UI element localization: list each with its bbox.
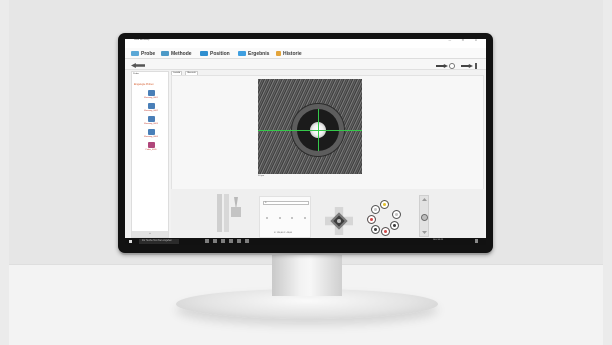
tab-ergebnis[interactable]: Ergebnis: [238, 50, 269, 57]
sidebar-item[interactable]: Messung_0001: [140, 90, 162, 100]
position-readout: X: 124,00 Y: 43,00: [274, 232, 292, 234]
tab-ergebnis-label: Ergebnis: [248, 50, 270, 57]
sample-icon: [147, 129, 155, 135]
sidebar-item[interactable]: Messung_0004: [140, 129, 162, 139]
z-axis-control[interactable]: [216, 192, 244, 234]
tab-probe[interactable]: Probe: [131, 50, 155, 57]
sample-icon: [147, 116, 155, 122]
objective-button[interactable]: [371, 225, 380, 234]
history-icon: [276, 51, 281, 56]
objective-button[interactable]: [392, 210, 401, 219]
objective-button[interactable]: [371, 205, 380, 214]
method-icon: [161, 51, 169, 56]
z-column: [217, 194, 222, 232]
sidebar-item[interactable]: Messung_0002: [140, 103, 162, 113]
sidebar-item[interactable]: Messung_0003: [140, 116, 162, 126]
sidebar-item-label: Messung_0003: [144, 123, 158, 125]
position-icon: [200, 51, 208, 56]
export-button[interactable]: [436, 63, 456, 69]
app-icon[interactable]: [237, 239, 241, 243]
joystick-center: [337, 219, 341, 223]
tab-probe-label: Probe: [141, 50, 156, 57]
sidebar-item-label: Messung_0002: [144, 110, 158, 112]
sidebar-item-label: Messung_0004: [144, 136, 158, 138]
sidebar-tab[interactable]: Probe: [133, 73, 139, 75]
add-sample-button[interactable]: +: [132, 231, 168, 237]
tab-historie-label: Historie: [283, 50, 302, 57]
sample-icon: [131, 51, 139, 56]
taskbar: [125, 238, 486, 245]
tab-historie[interactable]: Historie: [276, 50, 302, 57]
sample-icon: [147, 90, 155, 96]
objective-button[interactable]: [381, 227, 390, 236]
monitor-stand-neck: [272, 252, 342, 296]
camera-live-image[interactable]: [258, 79, 362, 174]
monitor-screen: Leica MicroMap — ☐ ✕ Datei Ansicht Einst…: [125, 39, 486, 245]
task-view-icon[interactable]: [205, 239, 209, 243]
scale-label: 50 µm: [258, 175, 265, 177]
sidebar-item-label: Probe_0005: [145, 149, 157, 151]
taskbar-search[interactable]: Zur Suche Text hier eingeben: [139, 239, 179, 244]
window-title: Leica MicroMap: [134, 39, 150, 41]
focus-knob[interactable]: [421, 214, 428, 221]
sidebar-header: Eingelegte Proben: [134, 83, 154, 86]
app-icon[interactable]: [245, 239, 249, 243]
sample-icon: [147, 103, 155, 109]
sidebar-item[interactable]: Probe_0005: [140, 142, 162, 152]
result-icon: [238, 51, 246, 56]
window-controls[interactable]: — ☐ ✕: [448, 39, 482, 42]
position-input[interactable]: X:: [263, 201, 309, 205]
tab-position-label: Position: [210, 50, 230, 57]
tab-methode-label: Methode: [171, 50, 192, 57]
disc-icon: [449, 63, 455, 69]
store-icon[interactable]: [229, 239, 233, 243]
crosshair-horizontal: [258, 130, 362, 131]
objective-button[interactable]: [390, 221, 399, 230]
folder-icon[interactable]: [221, 239, 225, 243]
finish-button[interactable]: [461, 63, 481, 69]
sample-icon: [147, 142, 155, 148]
z-column: [224, 194, 229, 232]
tab-position[interactable]: Position: [200, 50, 230, 57]
toolbar: [125, 59, 486, 70]
xy-joystick[interactable]: [325, 207, 353, 235]
main-tab-bar: Probe Methode Position Ergebnis Historie: [125, 48, 486, 59]
focus-slider[interactable]: [419, 195, 429, 237]
chevron-up-icon[interactable]: [422, 198, 427, 201]
objective-turret: [365, 199, 405, 239]
edge-icon[interactable]: [213, 239, 217, 243]
sidebar-item-label: Messung_0001: [144, 97, 158, 99]
chevron-down-icon[interactable]: [422, 231, 427, 234]
clamp-icon: [231, 207, 241, 217]
position-marks: [266, 209, 306, 227]
objective-button[interactable]: [367, 215, 376, 224]
objective-button[interactable]: [380, 200, 389, 209]
windows-start-icon[interactable]: [129, 240, 132, 243]
crosshair-vertical: [318, 109, 319, 151]
tab-methode[interactable]: Methode: [161, 50, 192, 57]
taskbar-apps: [205, 239, 253, 243]
system-tray: DEU 08:15: [433, 239, 444, 241]
position-panel: X: X: 124,00 Y: 43,00: [259, 196, 311, 238]
sample-sidebar: Probe Eingelegte Proben Messung_0001 Mes…: [131, 71, 169, 238]
notification-icon[interactable]: [475, 239, 478, 243]
stop-bar-icon: [475, 63, 477, 69]
arrow-right-icon: [461, 64, 473, 68]
arrow-right-icon: [436, 64, 448, 68]
indenter-icon: [234, 197, 238, 207]
